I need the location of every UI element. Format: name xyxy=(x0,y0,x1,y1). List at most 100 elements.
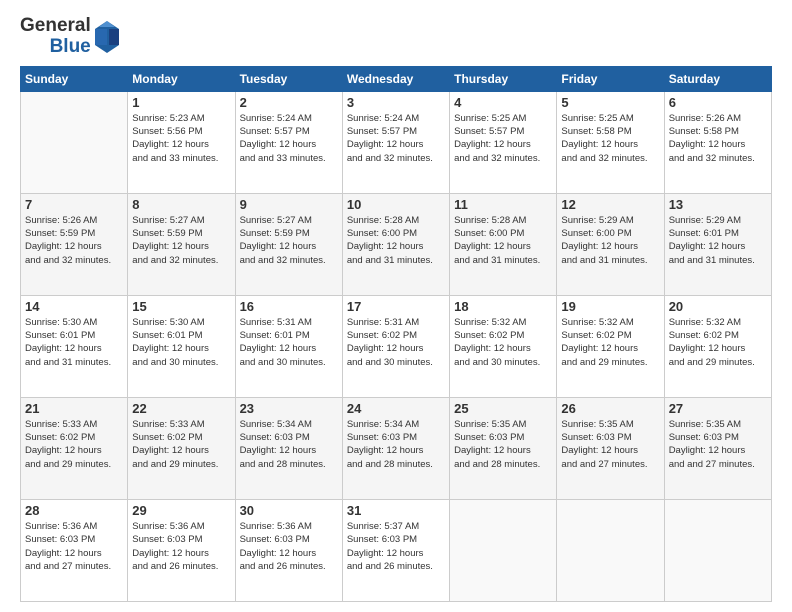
day-number: 21 xyxy=(25,401,123,416)
day-number: 5 xyxy=(561,95,659,110)
calendar-cell: 19 Sunrise: 5:32 AMSunset: 6:02 PMDayligh… xyxy=(557,295,664,397)
calendar-cell: 7 Sunrise: 5:26 AMSunset: 5:59 PMDaylight… xyxy=(21,193,128,295)
day-info: Sunrise: 5:27 AMSunset: 5:59 PMDaylight:… xyxy=(132,214,230,267)
day-number: 14 xyxy=(25,299,123,314)
day-number: 15 xyxy=(132,299,230,314)
calendar-week-5: 28Sunrise: 5:36 AMSunset: 6:03 PMDayligh… xyxy=(21,499,772,601)
page: General Blue SundayMondayTuesdayWednesda… xyxy=(0,0,792,612)
calendar-cell: 18Sunrise: 5:32 AMSunset: 6:02 PMDayligh… xyxy=(450,295,557,397)
calendar-header-thursday: Thursday xyxy=(450,66,557,91)
calendar-header-wednesday: Wednesday xyxy=(342,66,449,91)
calendar-cell: 20 Sunrise: 5:32 AMSunset: 6:02 PMDayligh… xyxy=(664,295,771,397)
calendar-header-sunday: Sunday xyxy=(21,66,128,91)
day-number: 23 xyxy=(240,401,338,416)
day-info: Sunrise: 5:28 AMSunset: 6:00 PMDaylight:… xyxy=(454,214,552,267)
day-info: Sunrise: 5:25 AMSunset: 5:57 PMDaylight:… xyxy=(454,112,552,165)
day-info: Sunrise: 5:37 AMSunset: 6:03 PMDaylight:… xyxy=(347,520,445,573)
day-info: Sunrise: 5:26 AMSunset: 5:59 PMDaylight:… xyxy=(25,214,123,267)
day-number: 22 xyxy=(132,401,230,416)
day-number: 16 xyxy=(240,299,338,314)
calendar-cell: 2 Sunrise: 5:24 AMSunset: 5:57 PMDaylight… xyxy=(235,91,342,193)
day-info: Sunrise: 5:34 AMSunset: 6:03 PMDaylight:… xyxy=(240,418,338,471)
calendar-header-monday: Monday xyxy=(128,66,235,91)
calendar-cell: 15 Sunrise: 5:30 AMSunset: 6:01 PMDayligh… xyxy=(128,295,235,397)
day-number: 29 xyxy=(132,503,230,518)
day-number: 25 xyxy=(454,401,552,416)
day-number: 11 xyxy=(454,197,552,212)
calendar-cell: 6 Sunrise: 5:26 AMSunset: 5:58 PMDaylight… xyxy=(664,91,771,193)
calendar-cell: 22 Sunrise: 5:33 AMSunset: 6:02 PMDayligh… xyxy=(128,397,235,499)
day-info: Sunrise: 5:23 AMSunset: 5:56 PMDaylight:… xyxy=(132,112,230,165)
day-number: 3 xyxy=(347,95,445,110)
calendar-cell xyxy=(664,499,771,601)
day-number: 1 xyxy=(132,95,230,110)
day-info: Sunrise: 5:28 AMSunset: 6:00 PMDaylight:… xyxy=(347,214,445,267)
day-number: 17 xyxy=(347,299,445,314)
day-number: 27 xyxy=(669,401,767,416)
calendar-cell xyxy=(450,499,557,601)
day-number: 31 xyxy=(347,503,445,518)
calendar-cell: 4 Sunrise: 5:25 AMSunset: 5:57 PMDaylight… xyxy=(450,91,557,193)
logo-blue: Blue xyxy=(50,37,91,58)
calendar-header-row: SundayMondayTuesdayWednesdayThursdayFrid… xyxy=(21,66,772,91)
calendar-cell: 27Sunrise: 5:35 AMSunset: 6:03 PMDayligh… xyxy=(664,397,771,499)
calendar-cell: 12 Sunrise: 5:29 AMSunset: 6:00 PMDayligh… xyxy=(557,193,664,295)
calendar-cell: 28Sunrise: 5:36 AMSunset: 6:03 PMDayligh… xyxy=(21,499,128,601)
calendar-cell: 26 Sunrise: 5:35 AMSunset: 6:03 PMDayligh… xyxy=(557,397,664,499)
calendar-header-friday: Friday xyxy=(557,66,664,91)
calendar-cell: 29Sunrise: 5:36 AMSunset: 6:03 PMDayligh… xyxy=(128,499,235,601)
calendar-cell: 1 Sunrise: 5:23 AMSunset: 5:56 PMDaylight… xyxy=(128,91,235,193)
day-number: 4 xyxy=(454,95,552,110)
calendar-cell: 3Sunrise: 5:24 AMSunset: 5:57 PMDaylight… xyxy=(342,91,449,193)
day-number: 9 xyxy=(240,197,338,212)
calendar-cell: 25 Sunrise: 5:35 AMSunset: 6:03 PMDayligh… xyxy=(450,397,557,499)
day-number: 26 xyxy=(561,401,659,416)
day-info: Sunrise: 5:35 AMSunset: 6:03 PMDaylight:… xyxy=(561,418,659,471)
day-number: 20 xyxy=(669,299,767,314)
calendar-cell: 13 Sunrise: 5:29 AMSunset: 6:01 PMDayligh… xyxy=(664,193,771,295)
day-info: Sunrise: 5:35 AMSunset: 6:03 PMDaylight:… xyxy=(454,418,552,471)
day-info: Sunrise: 5:32 AMSunset: 6:02 PMDaylight:… xyxy=(561,316,659,369)
day-info: Sunrise: 5:34 AMSunset: 6:03 PMDaylight:… xyxy=(347,418,445,471)
calendar-cell: 30 Sunrise: 5:36 AMSunset: 6:03 PMDayligh… xyxy=(235,499,342,601)
day-info: Sunrise: 5:25 AMSunset: 5:58 PMDaylight:… xyxy=(561,112,659,165)
day-info: Sunrise: 5:26 AMSunset: 5:58 PMDaylight:… xyxy=(669,112,767,165)
day-info: Sunrise: 5:32 AMSunset: 6:02 PMDaylight:… xyxy=(669,316,767,369)
calendar-week-2: 7 Sunrise: 5:26 AMSunset: 5:59 PMDaylight… xyxy=(21,193,772,295)
day-info: Sunrise: 5:29 AMSunset: 6:01 PMDaylight:… xyxy=(669,214,767,267)
day-number: 24 xyxy=(347,401,445,416)
day-number: 18 xyxy=(454,299,552,314)
day-info: Sunrise: 5:36 AMSunset: 6:03 PMDaylight:… xyxy=(240,520,338,573)
calendar-cell: 8 Sunrise: 5:27 AMSunset: 5:59 PMDaylight… xyxy=(128,193,235,295)
calendar-cell: 14 Sunrise: 5:30 AMSunset: 6:01 PMDayligh… xyxy=(21,295,128,397)
day-number: 8 xyxy=(132,197,230,212)
calendar-cell xyxy=(557,499,664,601)
day-info: Sunrise: 5:29 AMSunset: 6:00 PMDaylight:… xyxy=(561,214,659,267)
day-info: Sunrise: 5:30 AMSunset: 6:01 PMDaylight:… xyxy=(25,316,123,369)
calendar-cell xyxy=(21,91,128,193)
day-info: Sunrise: 5:31 AMSunset: 6:01 PMDaylight:… xyxy=(240,316,338,369)
calendar-week-4: 21 Sunrise: 5:33 AMSunset: 6:02 PMDayligh… xyxy=(21,397,772,499)
calendar-cell: 11 Sunrise: 5:28 AMSunset: 6:00 PMDayligh… xyxy=(450,193,557,295)
calendar-cell: 17 Sunrise: 5:31 AMSunset: 6:02 PMDayligh… xyxy=(342,295,449,397)
calendar-week-1: 1 Sunrise: 5:23 AMSunset: 5:56 PMDaylight… xyxy=(21,91,772,193)
day-info: Sunrise: 5:33 AMSunset: 6:02 PMDaylight:… xyxy=(132,418,230,471)
day-number: 6 xyxy=(669,95,767,110)
day-number: 13 xyxy=(669,197,767,212)
day-number: 19 xyxy=(561,299,659,314)
day-info: Sunrise: 5:24 AMSunset: 5:57 PMDaylight:… xyxy=(240,112,338,165)
day-info: Sunrise: 5:33 AMSunset: 6:02 PMDaylight:… xyxy=(25,418,123,471)
day-info: Sunrise: 5:30 AMSunset: 6:01 PMDaylight:… xyxy=(132,316,230,369)
day-info: Sunrise: 5:31 AMSunset: 6:02 PMDaylight:… xyxy=(347,316,445,369)
calendar-cell: 9 Sunrise: 5:27 AMSunset: 5:59 PMDaylight… xyxy=(235,193,342,295)
day-info: Sunrise: 5:36 AMSunset: 6:03 PMDaylight:… xyxy=(25,520,123,573)
calendar-table: SundayMondayTuesdayWednesdayThursdayFrid… xyxy=(20,66,772,602)
day-number: 30 xyxy=(240,503,338,518)
calendar-cell: 21 Sunrise: 5:33 AMSunset: 6:02 PMDayligh… xyxy=(21,397,128,499)
calendar-cell: 24 Sunrise: 5:34 AMSunset: 6:03 PMDayligh… xyxy=(342,397,449,499)
day-number: 12 xyxy=(561,197,659,212)
day-info: Sunrise: 5:27 AMSunset: 5:59 PMDaylight:… xyxy=(240,214,338,267)
calendar-header-saturday: Saturday xyxy=(664,66,771,91)
day-number: 7 xyxy=(25,197,123,212)
day-number: 2 xyxy=(240,95,338,110)
